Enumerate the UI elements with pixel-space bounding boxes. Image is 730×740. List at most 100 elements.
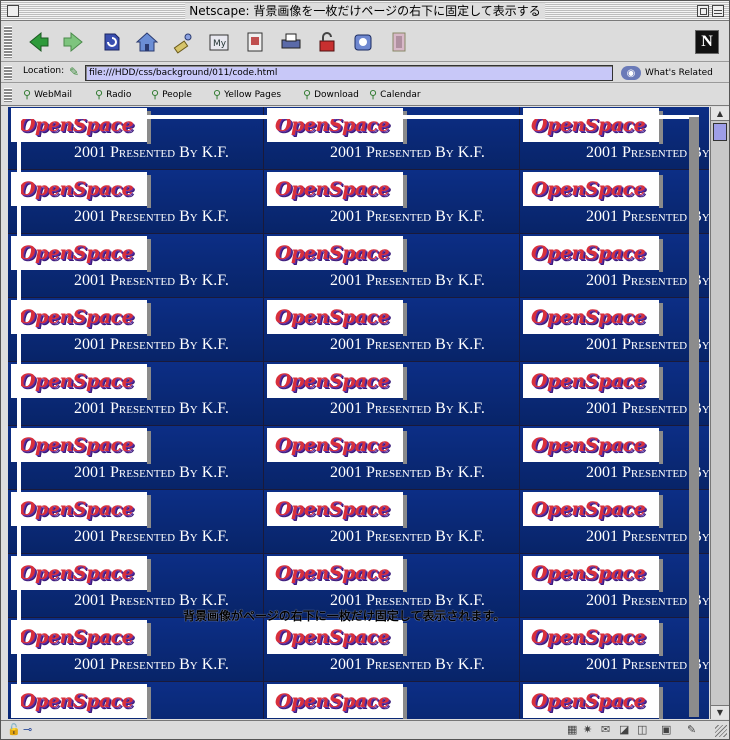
tile-logo-plate: OpenSpace <box>11 556 151 592</box>
toolbar-grip[interactable] <box>4 26 12 58</box>
bookmark-people[interactable]: ⚲ People <box>151 88 192 101</box>
openspace-logo: OpenSpace <box>275 178 390 200</box>
openspace-logo: OpenSpace <box>531 242 646 264</box>
background-tile: OpenSpace2001 Presented By K.F. <box>520 170 709 234</box>
tile-logo-plate: OpenSpace <box>267 620 407 656</box>
background-tile: OpenSpace2001 Presented By K.F. <box>8 618 264 682</box>
close-box-icon[interactable] <box>7 5 19 17</box>
component-mail-icon[interactable]: ✉ <box>601 723 610 736</box>
status-bar: 🔓 ⊸ ▦ ✷ ✉ ◪ ◫ ▣ ✎ <box>1 720 729 739</box>
background-tile: OpenSpace2001 Presented By K.F. <box>264 426 520 490</box>
location-grip[interactable] <box>4 66 12 80</box>
tile-caption: 2001 Presented By K.F. <box>74 336 229 353</box>
background-tile: OpenSpace 2001 Presented By K.F. <box>8 234 264 298</box>
tile-logo-plate: OpenSpace <box>523 620 663 656</box>
background-tile: OpenSpace2001 Presented By K.F. <box>520 362 709 426</box>
shop-icon <box>354 34 372 51</box>
back-button[interactable] <box>25 28 53 56</box>
stop-button[interactable] <box>385 28 413 56</box>
page-content[interactable]: OpenSpace 2001 Presented By K.F. OpenSpace… <box>8 107 709 719</box>
tile-caption: 2001 Presented By K.F. <box>74 656 229 673</box>
print-button[interactable] <box>277 28 305 56</box>
scroll-up-arrow-icon[interactable]: ▲ <box>711 107 729 121</box>
home-icon <box>135 32 159 52</box>
window-title: Netscape: 背景画像を一枚だけページの右下に固定して表示する <box>185 3 545 19</box>
tile-logo-plate: OpenSpace <box>11 428 151 464</box>
bookmark-calendar[interactable]: ⚲ Calendar <box>369 88 421 101</box>
openspace-logo: OpenSpace <box>531 626 646 648</box>
reload-icon <box>104 33 120 51</box>
vertical-scrollbar[interactable]: ▲ ▼ <box>710 107 729 719</box>
bookmark-webmail[interactable]: ⚲ WebMail <box>23 88 72 101</box>
personal-grip[interactable] <box>4 88 12 102</box>
bookmark-icon: ⚲ <box>95 88 104 101</box>
background-tile: OpenSpace2001 Presented By K.F. <box>520 682 709 719</box>
tile-logo-plate: OpenSpace <box>523 300 663 336</box>
whats-related-label: What's Related <box>645 68 713 78</box>
openspace-logo: OpenSpace <box>19 498 134 520</box>
page-body-text: 背景画像がページの右下に一枚だけ固定して表示されます。 <box>183 609 506 623</box>
my-netscape-button[interactable]: My <box>205 28 233 56</box>
fixed-image-frame-right <box>689 117 699 717</box>
bookmark-icon: ⚲ <box>303 88 312 101</box>
security-button[interactable] <box>313 28 341 56</box>
background-tile: OpenSpace2001 Presented By K.F. <box>520 234 709 298</box>
component-star-icon[interactable]: ✷ <box>583 723 592 736</box>
tile-logo-plate: OpenSpace <box>11 108 151 144</box>
images-icon <box>247 32 263 52</box>
tile-caption: 2001 Presented By K.F. <box>74 272 229 289</box>
tile-logo-plate: OpenSpace <box>11 300 151 336</box>
location-input[interactable] <box>85 65 613 81</box>
openspace-logo: OpenSpace <box>531 434 646 456</box>
tile-caption: 2001 Presented By K.F. <box>330 144 485 161</box>
openspace-logo: OpenSpace <box>275 498 390 520</box>
openspace-logo: OpenSpace <box>275 370 390 392</box>
shop-button[interactable] <box>349 28 377 56</box>
scroll-down-arrow-icon[interactable]: ▼ <box>711 705 729 719</box>
tile-logo-plate: OpenSpace <box>523 364 663 400</box>
component-edit-icon[interactable]: ✎ <box>687 723 696 736</box>
search-button[interactable] <box>169 28 197 56</box>
connection-status-icon: ⊸ <box>23 723 33 736</box>
forward-button[interactable] <box>59 28 87 56</box>
tile-logo-plate: OpenSpace <box>267 556 407 592</box>
component-chat-icon[interactable]: ◫ <box>637 723 647 736</box>
security-lock-icon[interactable]: 🔓 <box>7 723 21 736</box>
component-discussion-icon[interactable]: ◪ <box>619 723 629 736</box>
netscape-logo-icon[interactable]: N <box>695 30 719 54</box>
zoom-box-icon[interactable] <box>697 5 709 17</box>
bookmark-radio[interactable]: ⚲ Radio <box>95 88 131 101</box>
background-tile: OpenSpace2001 Presented By K.F. <box>8 682 264 719</box>
openspace-logo: OpenSpace <box>531 498 646 520</box>
scroll-thumb[interactable] <box>713 123 727 141</box>
title-bar[interactable]: Netscape: 背景画像を一枚だけページの右下に固定して表示する <box>1 1 729 21</box>
whats-related-button[interactable]: ◉ What's Related <box>621 65 713 81</box>
background-tile: OpenSpace2001 Presented By K.F. <box>520 490 709 554</box>
background-tile: OpenSpace2001 Presented By K.F. <box>264 490 520 554</box>
openspace-logo: OpenSpace <box>19 178 134 200</box>
tile-logo-plate: OpenSpace <box>267 492 407 528</box>
resize-grip-icon[interactable] <box>715 725 727 737</box>
openspace-logo: OpenSpace <box>531 178 646 200</box>
background-tile: OpenSpace2001 Presented By K.F. <box>8 170 264 234</box>
bookmark-yellow-pages[interactable]: ⚲ Yellow Pages <box>213 88 281 101</box>
tile-logo-plate: OpenSpace <box>267 684 407 719</box>
tile-logo-plate: OpenSpace <box>11 236 151 272</box>
reload-button[interactable] <box>97 28 125 56</box>
background-tile: OpenSpace2001 Presented By K.F. <box>8 298 264 362</box>
collapse-box-icon[interactable] <box>712 5 724 17</box>
background-tile: OpenSpace2001 Presented By K.F. <box>8 490 264 554</box>
component-navigator-icon[interactable]: ▦ <box>567 723 577 736</box>
bookmark-icon: ⚲ <box>23 88 32 101</box>
openspace-logo: OpenSpace <box>19 242 134 264</box>
page-proxy-icon[interactable]: ✎ <box>69 65 79 79</box>
background-tile: OpenSpace2001 Presented By K.F. <box>520 298 709 362</box>
component-composer-icon[interactable]: ▣ <box>661 723 671 736</box>
background-tile: OpenSpace2001 Presented By K.F. <box>264 170 520 234</box>
bookmark-download[interactable]: ⚲ Download <box>303 88 359 101</box>
tile-logo-plate: OpenSpace <box>267 364 407 400</box>
forward-icon <box>63 31 83 53</box>
home-button[interactable] <box>133 28 161 56</box>
images-button[interactable] <box>241 28 269 56</box>
tile-logo-plate: OpenSpace <box>267 108 407 144</box>
